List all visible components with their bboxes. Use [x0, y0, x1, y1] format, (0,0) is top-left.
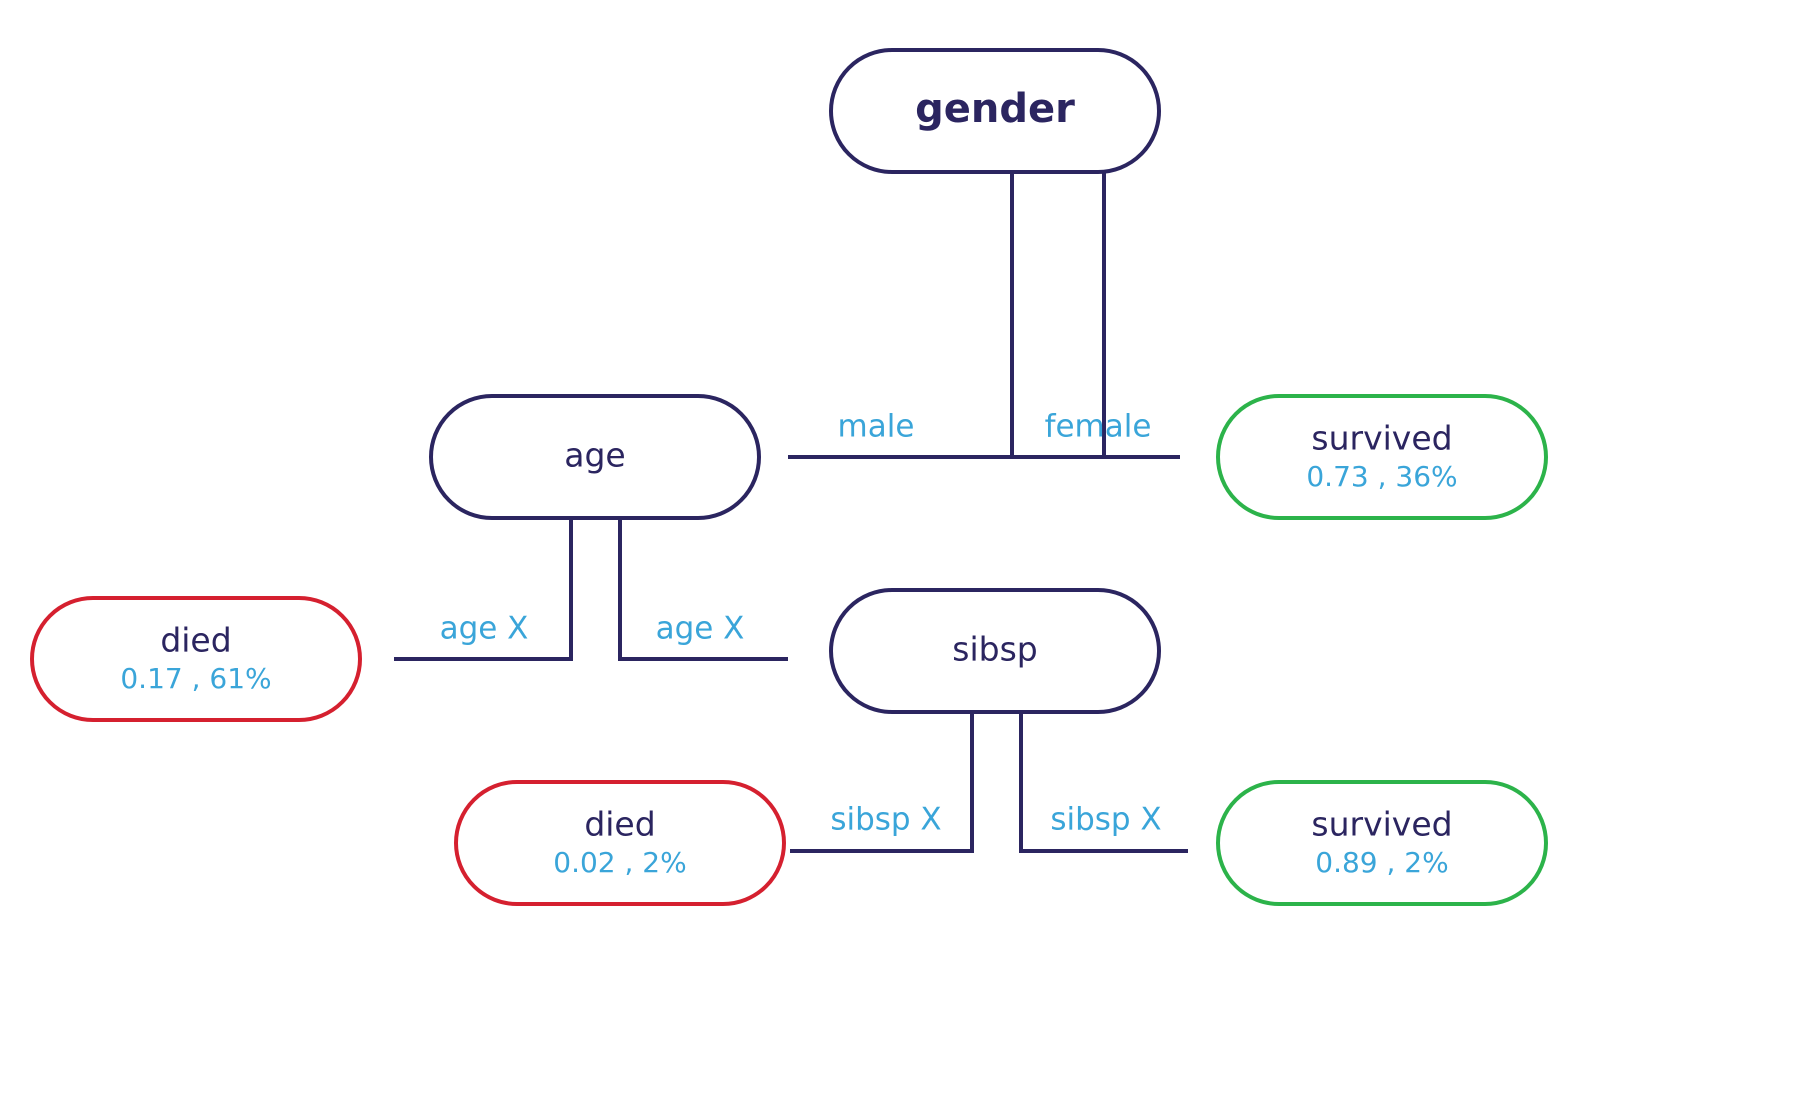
edge-label-gender-female: female	[1045, 409, 1152, 445]
node-label-survived_female: survived	[1311, 419, 1452, 458]
node-gender[interactable]: gender	[829, 48, 1161, 174]
node-label-age: age	[564, 436, 625, 475]
node-survived_female[interactable]: survived0.73 , 36%	[1216, 394, 1548, 520]
node-label-died_ageleft: died	[160, 621, 231, 660]
edge-label-sibsp-right: sibsp X	[1050, 802, 1161, 838]
node-stat-survived_sibspright: 0.89 , 2%	[1315, 846, 1448, 879]
edge-label-gender-male: male	[838, 409, 915, 445]
node-stat-survived_female: 0.73 , 36%	[1306, 460, 1457, 493]
node-sibsp[interactable]: sibsp	[829, 588, 1161, 714]
decision-tree-diagram: genderage survived0.73 , 36%died0.17 , 61…	[30, 48, 1548, 906]
edge-label-sibsp-left: sibsp X	[830, 802, 941, 838]
edge-label-age-left: age X	[440, 611, 529, 647]
node-age[interactable]: age	[429, 394, 761, 520]
node-died_ageleft[interactable]: died0.17 , 61%	[30, 596, 362, 722]
edge-label-age-right: age X	[656, 611, 745, 647]
node-label-gender: gender	[915, 86, 1075, 132]
node-label-died_sibspleft: died	[584, 805, 655, 844]
node-label-survived_sibspright: survived	[1311, 805, 1452, 844]
node-stat-died_ageleft: 0.17 , 61%	[120, 662, 271, 695]
node-survived_sibspright[interactable]: survived0.89 , 2%	[1216, 780, 1548, 906]
nodes-layer: genderage survived0.73 , 36%died0.17 , 61…	[30, 48, 1548, 906]
node-label-sibsp: sibsp	[952, 630, 1037, 669]
node-stat-died_sibspleft: 0.02 , 2%	[553, 846, 686, 879]
node-died_sibspleft[interactable]: died0.02 , 2%	[454, 780, 786, 906]
